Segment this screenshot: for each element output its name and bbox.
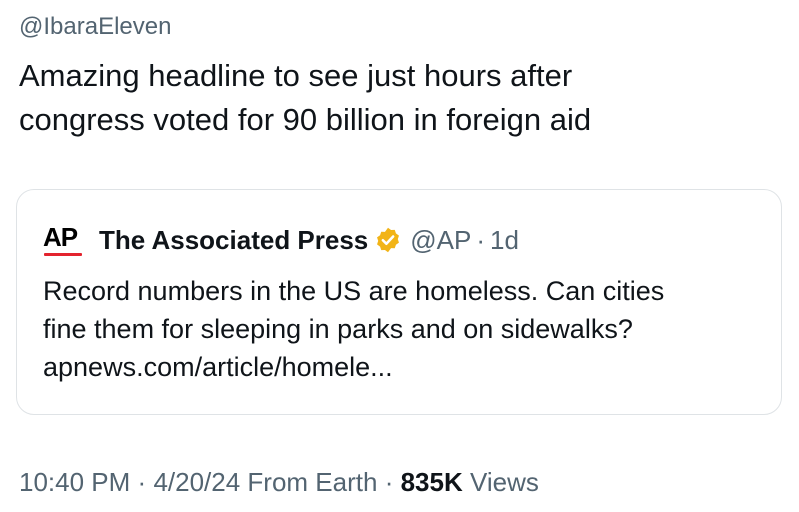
post-date[interactable]: 4/20/24 (153, 467, 240, 497)
tweet-meta: 10:40 PM · 4/20/24 From Earth · 835K Vie… (19, 466, 539, 498)
views-count[interactable]: 835K (401, 467, 463, 497)
quoted-display-name[interactable]: The Associated Press (99, 222, 368, 258)
header-separator: · (476, 225, 486, 255)
post-source: From Earth (247, 467, 378, 497)
quoted-timestamp[interactable]: 1d (490, 222, 519, 258)
views-label: Views (469, 467, 539, 497)
meta-separator: · (137, 467, 147, 497)
ap-logo-underline (44, 253, 82, 256)
post-time[interactable]: 10:40 PM (19, 467, 130, 497)
tweet-text-line-1: Amazing headline to see just hours after (19, 58, 573, 93)
ap-logo-text: AP (43, 222, 78, 252)
quoted-tweet-body: Record numbers in the US are homeless. C… (43, 272, 773, 386)
tweet-text-line-2: congress voted for 90 billion in foreign… (19, 102, 592, 137)
tweet-text: Amazing headline to see just hours after… (19, 54, 779, 142)
meta-separator: · (384, 467, 394, 497)
quoted-text-line-2: fine them for sleeping in parks and on s… (43, 314, 633, 344)
quoted-handle[interactable]: @AP (410, 222, 471, 258)
ap-logo-avatar[interactable]: AP (43, 222, 89, 258)
quoted-text-line-1: Record numbers in the US are homeless. C… (43, 276, 665, 306)
verified-badge-icon[interactable] (374, 226, 402, 254)
quoted-tweet-card[interactable]: AP The Associated Press @AP · 1d Record … (16, 189, 782, 415)
quoted-link[interactable]: apnews.com/article/homele... (43, 348, 773, 386)
quoted-tweet-header: AP The Associated Press @AP · 1d (43, 222, 519, 258)
author-handle[interactable]: @IbaraEleven (19, 12, 171, 42)
